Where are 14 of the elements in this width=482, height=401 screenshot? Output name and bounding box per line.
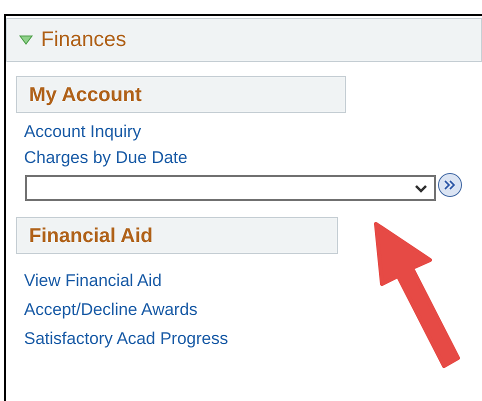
chevron-down-icon (414, 184, 428, 192)
nav-link[interactable]: Accept/Decline Awards (24, 295, 482, 324)
section-header: My Account (16, 76, 346, 113)
triangle-icon (19, 35, 33, 45)
nav-link[interactable]: Account Inquiry (24, 119, 482, 145)
section-header: Financial Aid (16, 217, 338, 254)
nav-link[interactable]: Satisfactory Acad Progress (24, 324, 482, 353)
double-chevron-right-icon (444, 180, 456, 190)
panel-header[interactable]: Finances (6, 18, 482, 62)
nav-link[interactable]: Charges by Due Date (24, 145, 482, 171)
nav-link[interactable]: View Financial Aid (24, 266, 482, 295)
dropdown-select[interactable] (25, 175, 436, 201)
go-button[interactable] (438, 173, 462, 197)
panel-title: Finances (41, 27, 126, 54)
